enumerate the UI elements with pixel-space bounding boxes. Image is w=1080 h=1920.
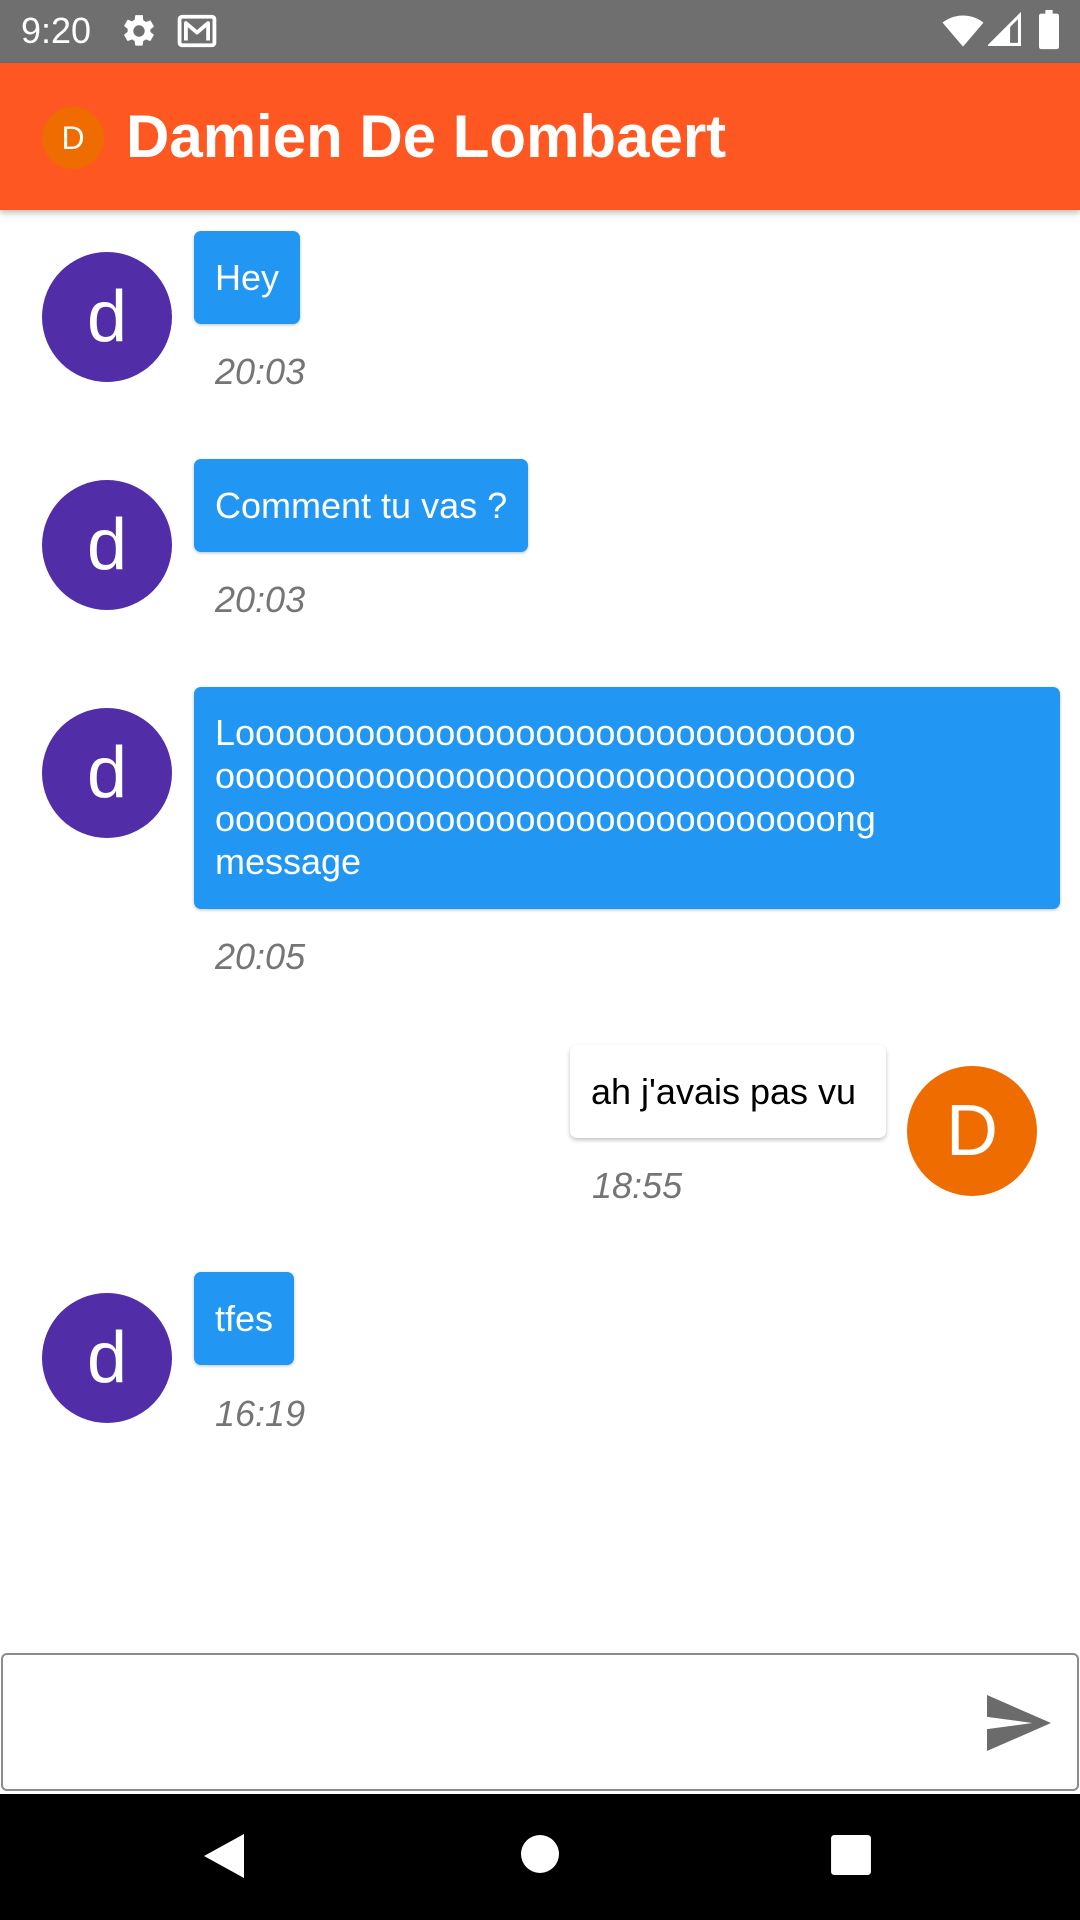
- message-bubble[interactable]: tfes: [194, 1272, 295, 1365]
- message-bubble[interactable]: Comment tu vas ?: [194, 459, 529, 552]
- contact-avatar[interactable]: D: [42, 107, 104, 169]
- message-timestamp: 20:03: [215, 351, 306, 392]
- message-input[interactable]: [21, 1675, 961, 1771]
- cell-signal-icon: [988, 12, 1021, 46]
- message-text: Comment tu vas ?: [215, 485, 508, 526]
- status-bar: 9:20: [0, 0, 1080, 63]
- recents-icon[interactable]: [830, 1834, 872, 1876]
- message-timestamp: 20:03: [215, 579, 306, 620]
- back-icon[interactable]: [202, 1832, 246, 1880]
- contact-name-title: Damien De Lombaert: [126, 103, 727, 170]
- sender-avatar[interactable]: d: [42, 708, 172, 838]
- own-avatar[interactable]: D: [907, 1066, 1037, 1196]
- system-navigation-bar: [0, 1794, 1080, 1920]
- app-bar: D Damien De Lombaert: [0, 63, 1080, 210]
- message-timestamp: 20:05: [215, 936, 306, 977]
- status-time: 9:20: [21, 10, 92, 51]
- message-list[interactable]: d Hey 20:03 d Comment tu vas ? 20:03 d L…: [0, 210, 1080, 1650]
- send-icon[interactable]: [987, 1695, 1051, 1751]
- message-bubble[interactable]: Hey: [194, 231, 301, 324]
- sender-avatar[interactable]: d: [42, 480, 172, 610]
- message-text-line: oooooooooooooooooooooooooooooooo: [215, 755, 856, 796]
- message-timestamp: 18:55: [592, 1165, 683, 1206]
- message-timestamp: 16:19: [215, 1393, 306, 1434]
- message-text-line: message: [215, 841, 362, 882]
- message-text-line: Looooooooooooooooooooooooooooooo: [215, 712, 856, 753]
- message-text-line: ooooooooooooooooooooooooooooooong: [215, 798, 876, 839]
- message-composer: [1, 1653, 1079, 1791]
- wifi-icon: [942, 15, 984, 47]
- message-bubble[interactable]: ah j'avais pas vu: [570, 1045, 886, 1138]
- message-text: ah j'avais pas vu: [591, 1071, 857, 1112]
- battery-icon: [1039, 10, 1059, 50]
- sender-avatar[interactable]: d: [42, 1293, 172, 1423]
- message-text: tfes: [215, 1298, 274, 1339]
- message-bubble[interactable]: Looooooooooooooooooooooooooooooo ooooooo…: [194, 687, 1060, 909]
- home-icon[interactable]: [520, 1834, 560, 1874]
- message-text: Hey: [215, 257, 280, 298]
- gmail-icon: [177, 14, 217, 48]
- settings-icon: [124, 15, 154, 46]
- sender-avatar[interactable]: d: [42, 252, 172, 382]
